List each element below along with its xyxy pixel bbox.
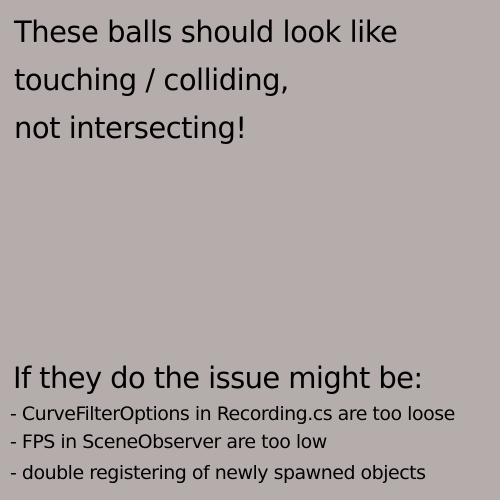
issue-item-double-registering: - double registering of newly spawned ob… bbox=[10, 462, 426, 484]
issue-item-curve-filter: - CurveFilterOptions in Recording.cs are… bbox=[10, 403, 455, 425]
scene-background: These balls should look like touching / … bbox=[0, 0, 500, 500]
heading-line-1: These balls should look like bbox=[14, 15, 398, 49]
heading-line-3: not intersecting! bbox=[14, 111, 247, 145]
heading-line-2: touching / colliding, bbox=[14, 63, 289, 97]
issues-title: If they do the issue might be: bbox=[13, 361, 423, 395]
issue-item-fps: - FPS in SceneObserver are too low bbox=[10, 431, 327, 453]
